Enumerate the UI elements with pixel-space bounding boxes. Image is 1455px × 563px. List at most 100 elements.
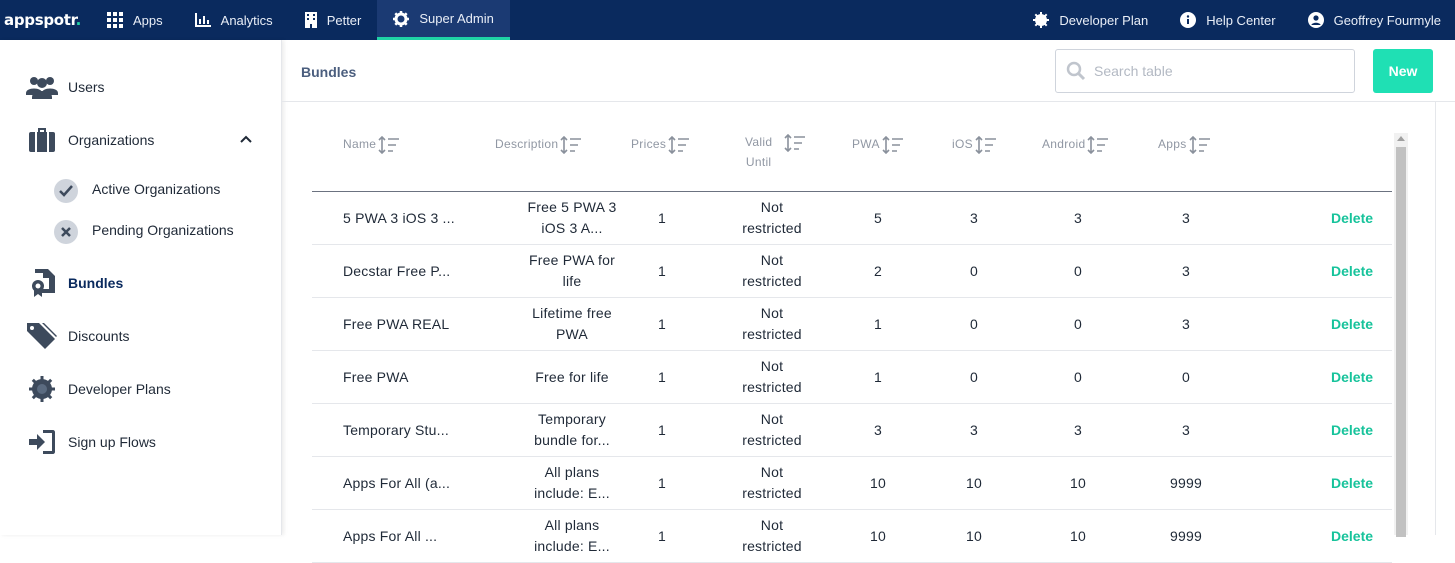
cell-apps: 9999 [1170, 474, 1202, 491]
gear-icon [393, 10, 410, 27]
cell-valid-text: Not restricted [742, 356, 802, 398]
sidebar-item-pending-organizations[interactable]: Pending Organizations [0, 220, 270, 244]
cell-valid: Not restricted [722, 245, 822, 297]
developer-plan-label: Developer Plan [1059, 12, 1149, 28]
column-header-name[interactable]: Name [343, 134, 400, 154]
column-header-valid-until[interactable]: Valid Until [745, 132, 806, 172]
nav-super-admin-label: Super Admin [419, 11, 494, 26]
user-menu[interactable]: Geoffrey Fourmyle [1292, 0, 1455, 40]
close-icon [54, 220, 78, 244]
cell-desc-line-1: All plans [544, 464, 600, 480]
cell-android: 10 [1070, 527, 1086, 544]
cell-android: 0 [1074, 368, 1082, 385]
delete-button[interactable]: Delete [1331, 404, 1373, 456]
nav-apps-label: Apps [133, 12, 163, 28]
delete-button[interactable]: Delete [1331, 457, 1373, 509]
cell-apps: 9999 [1170, 527, 1202, 544]
sidebar-item-organizations[interactable]: Organizations [0, 128, 270, 152]
cell-desc: All plans include: E... [497, 510, 647, 562]
cell-price: 1 [658, 315, 666, 332]
cell-price: 1 [658, 209, 666, 226]
sidebar-item-users[interactable]: Users [0, 76, 270, 99]
table-row[interactable]: Apps For All (a... All plans include: E...… [312, 457, 1392, 510]
column-header-ios[interactable]: iOS [952, 134, 997, 154]
cell-desc: Free for life [497, 351, 647, 403]
sort-icon[interactable] [975, 136, 997, 154]
cell-android: 3 [1074, 209, 1082, 226]
nav-petter[interactable]: Petter [289, 0, 378, 40]
table-row[interactable]: Free PWA Free for life 1 Not restricted 1 0 0 0 D… [312, 351, 1392, 404]
cell-desc-line-2: include: E... [534, 485, 610, 501]
nav-super-admin[interactable]: Super Admin [377, 0, 510, 40]
info-icon [1180, 12, 1197, 28]
search-input[interactable] [1094, 63, 1334, 79]
sort-icon[interactable] [784, 134, 806, 152]
cell-price: 1 [658, 421, 666, 438]
table-row[interactable]: Decstar Free P... Free PWA for life 1 Not res… [312, 245, 1392, 298]
cell-desc: Lifetime free PWA [497, 298, 647, 350]
table-row[interactable]: Free PWA REAL Lifetime free PWA 1 Not restric… [312, 298, 1392, 351]
sort-icon[interactable] [378, 136, 400, 154]
nav-analytics[interactable]: Analytics [179, 0, 289, 40]
cell-desc-text: All plans include: E... [534, 462, 610, 504]
table-row[interactable]: Apps For All ... All plans include: E... 1 N… [312, 510, 1392, 563]
scroll-up-arrow-icon[interactable] [1397, 136, 1405, 141]
column-header-pwa[interactable]: PWA [852, 134, 904, 154]
cell-desc-line-2: bundle for... [534, 432, 610, 448]
sidebar-item-developer-plans[interactable]: Developer Plans [0, 376, 270, 402]
tags-icon [26, 320, 58, 352]
cell-valid-line-2: restricted [742, 485, 802, 501]
delete-button[interactable]: Delete [1331, 245, 1373, 297]
header-valid-line-2: Until [745, 155, 772, 169]
page-header: Bundles New [282, 40, 1455, 102]
cell-ios: 0 [970, 315, 978, 332]
vertical-scrollbar[interactable] [1394, 133, 1408, 537]
appspotr-logo[interactable]: appspotr. [4, 11, 81, 29]
cell-valid-line-1: Not [760, 358, 784, 374]
sort-icon[interactable] [668, 136, 690, 154]
table-row[interactable]: 5 PWA 3 iOS 3 ... Free 5 PWA 3 iOS 3 A... 1… [312, 192, 1392, 245]
sidebar-item-active-organizations[interactable]: Active Organizations [0, 179, 270, 203]
sidebar-item-bundles-label: Bundles [68, 275, 124, 291]
column-header-prices[interactable]: Prices [631, 134, 690, 154]
delete-button[interactable]: Delete [1331, 510, 1373, 562]
delete-button[interactable]: Delete [1331, 192, 1373, 244]
cell-pwa: 1 [874, 368, 882, 385]
grid-icon [107, 12, 124, 28]
sort-icon[interactable] [882, 136, 904, 154]
right-divider [1435, 102, 1436, 535]
cell-pwa: 2 [874, 262, 882, 279]
search-box[interactable] [1055, 49, 1355, 93]
column-header-description[interactable]: Description [495, 134, 582, 154]
cell-pwa: 10 [870, 527, 886, 544]
pending-organizations-label: Pending Organizations [92, 222, 234, 238]
help-center-link[interactable]: Help Center [1164, 0, 1291, 40]
cell-valid-text: Not restricted [742, 303, 802, 345]
main-content: Bundles New Name Description Prices Vali… [282, 40, 1455, 563]
new-bundle-button[interactable]: New [1373, 49, 1433, 93]
bar-chart-icon [194, 13, 211, 27]
sidebar-item-discounts[interactable]: Discounts [0, 323, 270, 349]
cell-valid-text: Not restricted [742, 515, 802, 557]
sidebar-item-developer-plans-label: Developer Plans [68, 381, 171, 397]
column-header-apps[interactable]: Apps [1158, 134, 1211, 154]
delete-button[interactable]: Delete [1331, 351, 1373, 403]
cell-desc-line-1: Free PWA for [529, 252, 615, 268]
sort-icon[interactable] [560, 136, 582, 154]
table-row[interactable]: Temporary Stu... Temporary bundle for... 1 N… [312, 404, 1392, 457]
chevron-up-icon[interactable] [240, 135, 252, 143]
sidebar-item-bundles[interactable]: Bundles [0, 269, 270, 297]
sort-icon[interactable] [1188, 136, 1211, 154]
delete-button[interactable]: Delete [1331, 298, 1373, 350]
developer-plan-link[interactable]: Developer Plan [1017, 0, 1164, 40]
cell-desc-text: Free PWA for life [529, 250, 615, 292]
nav-apps[interactable]: Apps [91, 0, 179, 40]
scrollbar-thumb[interactable] [1396, 147, 1406, 537]
sort-icon[interactable] [1087, 136, 1109, 154]
cell-desc-text: Free for life [535, 367, 608, 388]
column-header-android[interactable]: Android [1042, 134, 1109, 154]
certificate-icon [26, 267, 58, 299]
sidebar-item-signup-flows[interactable]: Sign up Flows [0, 430, 270, 454]
sidebar-item-discounts-label: Discounts [68, 328, 130, 344]
cell-desc-line-2: iOS 3 A... [541, 220, 603, 236]
